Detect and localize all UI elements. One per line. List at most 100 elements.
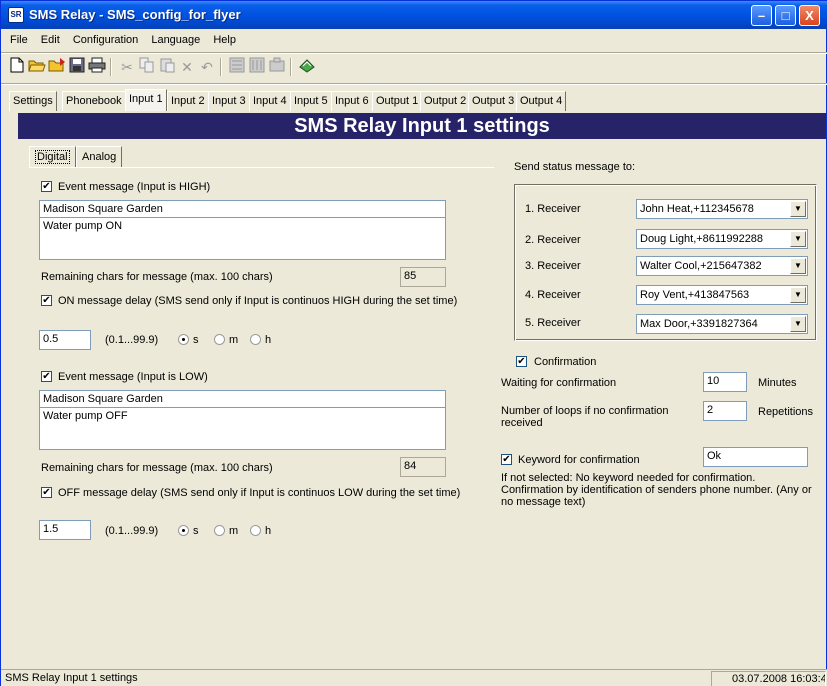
high-remaining-label: Remaining chars for message (max. 100 ch…: [41, 271, 273, 283]
on-delay-input[interactable]: 0.5: [39, 330, 91, 350]
chevron-down-icon[interactable]: ▼: [790, 258, 806, 274]
toolbar-separator: [290, 58, 292, 76]
open-recent-icon[interactable]: [47, 57, 67, 77]
keyword-checkbox[interactable]: ✔: [501, 454, 512, 465]
chevron-down-icon[interactable]: ▼: [790, 231, 806, 247]
tab-phonebook[interactable]: Phonebook: [62, 91, 126, 111]
copy-icon[interactable]: [137, 57, 157, 77]
toolbar-separator-line: [1, 83, 827, 85]
close-button[interactable]: X: [799, 5, 820, 26]
tab-output-3[interactable]: Output 3: [468, 91, 519, 111]
window-title: SMS Relay - SMS_config_for_flyer: [29, 7, 241, 22]
on-delay-radio-m[interactable]: [214, 334, 225, 345]
open-icon[interactable]: [27, 57, 47, 77]
event-low-checkbox[interactable]: ✔: [41, 371, 52, 382]
loops-label: Number of loops if no confirmation recei…: [501, 405, 669, 429]
high-message-line1[interactable]: Madison Square Garden: [39, 200, 446, 218]
event-low-label: Event message (Input is LOW): [58, 371, 208, 383]
off-delay-radio-m[interactable]: [214, 525, 225, 536]
on-delay-range: (0.1...99.9): [105, 334, 159, 346]
confirmation-checkbox[interactable]: ✔: [516, 356, 527, 367]
menu-help[interactable]: Help: [208, 31, 241, 49]
menu-language[interactable]: Language: [146, 31, 205, 49]
menu-separator: [1, 52, 827, 54]
on-delay-radio-s-label: s: [193, 334, 199, 346]
menu-edit[interactable]: Edit: [36, 31, 65, 49]
tab-input-4[interactable]: Input 4: [249, 91, 291, 111]
keyword-note: If not selected: No keyword needed for c…: [501, 472, 812, 508]
on-delay-checkbox[interactable]: ✔: [41, 295, 52, 306]
receiver-4-select[interactable]: Roy Vent,+413847563 ▼: [636, 285, 808, 305]
app-icon[interactable]: SR: [8, 7, 24, 23]
tab-input-6[interactable]: Input 6: [331, 91, 373, 111]
tab-output-2[interactable]: Output 2: [420, 91, 471, 111]
cut-icon[interactable]: ✂: [117, 57, 137, 77]
low-message-line2[interactable]: Water pump OFF: [39, 407, 446, 450]
off-delay-radio-m-label: m: [229, 525, 239, 537]
send-status-label: Send status message to:: [514, 161, 636, 173]
tool3-icon[interactable]: [267, 57, 287, 77]
event-high-label: Event message (Input is HIGH): [58, 181, 211, 193]
tab-input-5[interactable]: Input 5: [290, 91, 332, 111]
title-bar[interactable]: SR SMS Relay - SMS_config_for_flyer – □ …: [1, 1, 827, 29]
waiting-label: Waiting for confirmation: [501, 377, 617, 389]
off-delay-radio-s[interactable]: [178, 525, 189, 536]
keyword-input[interactable]: Ok: [703, 447, 808, 467]
receiver-3-value: Walter Cool,+215647382: [640, 260, 762, 272]
app-window: SR SMS Relay - SMS_config_for_flyer – □ …: [0, 0, 827, 686]
receiver-1-select[interactable]: John Heat,+112345678 ▼: [636, 199, 808, 219]
menu-file[interactable]: File: [5, 31, 33, 49]
save-icon[interactable]: [67, 57, 87, 77]
tab-digital[interactable]: Digital: [29, 146, 76, 168]
chevron-down-icon[interactable]: ▼: [790, 287, 806, 303]
tab-output-1[interactable]: Output 1: [372, 91, 423, 111]
event-high-checkbox[interactable]: ✔: [41, 181, 52, 192]
status-text: SMS Relay Input 1 settings: [5, 672, 138, 684]
on-delay-radio-h[interactable]: [250, 334, 261, 345]
toolbar-separator: [110, 58, 112, 76]
waiting-input[interactable]: 10: [703, 372, 747, 392]
off-delay-radio-h[interactable]: [250, 525, 261, 536]
sub-tab-line: [29, 167, 494, 168]
off-delay-range: (0.1...99.9): [105, 525, 159, 537]
tab-output-4[interactable]: Output 4: [516, 91, 567, 111]
confirmation-label: Confirmation: [534, 356, 597, 368]
off-delay-input[interactable]: 1.5: [39, 520, 91, 540]
chevron-down-icon[interactable]: ▼: [790, 201, 806, 217]
help-icon[interactable]: [297, 57, 317, 77]
tab-settings[interactable]: Settings: [9, 91, 57, 111]
status-datetime: 03.07.2008 16:03:48: [711, 671, 826, 686]
delete-icon[interactable]: ✕: [177, 57, 197, 77]
print-icon[interactable]: [87, 57, 107, 77]
on-delay-radio-s[interactable]: [178, 334, 189, 345]
tab-input-2[interactable]: Input 2: [167, 91, 209, 111]
minimize-button[interactable]: –: [751, 5, 772, 26]
receiver-5-select[interactable]: Max Door,+3391827364 ▼: [636, 314, 808, 334]
receiver-4-label: 4. Receiver: [525, 289, 581, 301]
high-message-line2[interactable]: Water pump ON: [39, 217, 446, 260]
receiver-3-label: 3. Receiver: [525, 260, 581, 272]
tab-input-1[interactable]: Input 1: [125, 89, 167, 111]
receiver-2-label: 2. Receiver: [525, 234, 581, 246]
low-message-line1[interactable]: Madison Square Garden: [39, 390, 446, 408]
receiver-2-select[interactable]: Doug Light,+8611992288 ▼: [636, 229, 808, 249]
maximize-button[interactable]: □: [775, 5, 796, 26]
tab-analog[interactable]: Analog: [76, 146, 123, 168]
loops-input[interactable]: 2: [703, 401, 747, 421]
on-delay-radio-h-label: h: [265, 334, 272, 346]
off-delay-label: OFF message delay (SMS send only if Inpu…: [58, 487, 461, 499]
tool2-icon[interactable]: [247, 57, 267, 77]
low-remaining-label: Remaining chars for message (max. 100 ch…: [41, 462, 273, 474]
paste-icon[interactable]: [157, 57, 177, 77]
receiver-3-select[interactable]: Walter Cool,+215647382 ▼: [636, 256, 808, 276]
new-icon[interactable]: [7, 57, 27, 77]
undo-icon[interactable]: ↶: [197, 57, 217, 77]
tab-input-3[interactable]: Input 3: [208, 91, 250, 111]
off-delay-checkbox[interactable]: ✔: [41, 487, 52, 498]
chevron-down-icon[interactable]: ▼: [790, 316, 806, 332]
menu-configuration[interactable]: Configuration: [68, 31, 143, 49]
tab-digital-label: Digital: [35, 150, 70, 164]
off-delay-radio-h-label: h: [265, 525, 272, 537]
receiver-1-label: 1. Receiver: [525, 203, 581, 215]
tool1-icon[interactable]: [227, 57, 247, 77]
